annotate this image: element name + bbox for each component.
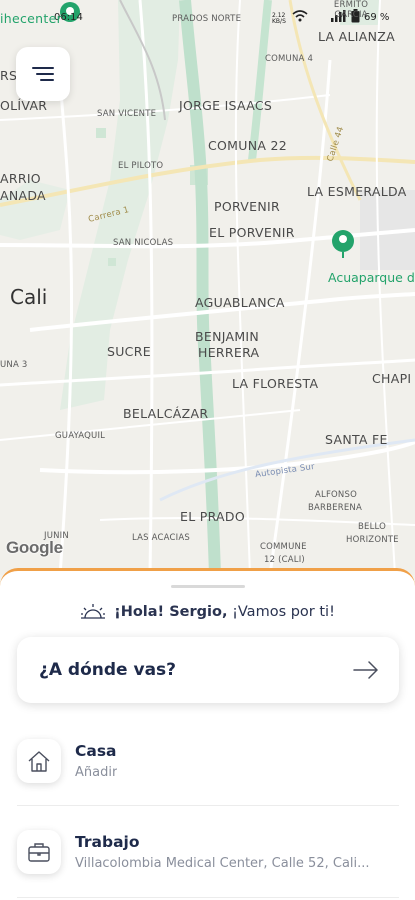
map-label: CHAPI — [372, 371, 412, 386]
map-label: ANADA — [0, 188, 46, 203]
destination-search-label: ¿A dónde vas? — [39, 660, 177, 680]
divider — [17, 897, 399, 898]
saved-place-work[interactable]: Trabajo Villacolombia Medical Center, Ca… — [17, 807, 399, 897]
map-label: Acuaparque de — [328, 270, 415, 285]
map-label: HORIZONTE — [346, 535, 399, 545]
map-label: UNA 3 — [0, 360, 28, 370]
map-label: GUAYAQUIL — [55, 431, 106, 441]
map-label: HERRERA — [198, 345, 260, 360]
map-label: JORGE ISAACS — [179, 98, 273, 113]
map-label: SAN VICENTE — [97, 109, 157, 119]
saved-place-home[interactable]: Casa Añadir — [17, 716, 399, 806]
map-label: ERMITO GARCIA — [333, 0, 369, 20]
briefcase-icon — [17, 830, 61, 874]
destination-search[interactable]: ¿A dónde vas? — [17, 637, 399, 703]
map-label: LA ALIANZA — [318, 29, 395, 44]
map-label: COMUNA 4 — [265, 54, 314, 64]
map-label: BELLO — [358, 522, 387, 532]
map-label: EL PRADO — [180, 509, 245, 524]
map-label: PRADOS NORTE — [172, 14, 242, 24]
map-view[interactable]: 06:14 2.12 KB/S 69 % ihecenter PRADOS NO… — [0, 0, 415, 575]
map-label: 12 (CALI) — [264, 555, 305, 565]
map-label: BENJAMIN — [195, 329, 260, 344]
divider — [17, 805, 399, 806]
menu-icon — [32, 67, 54, 81]
map-label: SUCRE — [107, 344, 151, 359]
greeting-name: ¡Hola! Sergio, — [114, 604, 228, 620]
sunrise-icon — [81, 604, 106, 619]
map-label: PORVENIR — [214, 199, 280, 214]
map-label: BARBERENA — [308, 503, 363, 513]
map-label: ihecenter — [0, 11, 63, 26]
map-label: EL PILOTO — [118, 161, 164, 171]
map-label: COMMUNE — [260, 542, 307, 552]
map-label: RS — [0, 68, 18, 83]
saved-place-subtitle: Villacolombia Medical Center, Calle 52, … — [75, 856, 370, 871]
map-label: LA FLORESTA — [232, 376, 319, 391]
map-label: BELALCÁZAR — [123, 406, 209, 421]
saved-place-title: Trabajo — [75, 833, 140, 851]
map-label: LA ESMERALDA — [307, 184, 407, 199]
greeting: ¡Hola! Sergio, ¡Vamos por ti! — [0, 603, 415, 621]
map-label: LAS ACACIAS — [132, 533, 190, 543]
menu-button[interactable] — [16, 47, 70, 101]
wifi-icon — [292, 10, 308, 25]
map-label: OLÍVAR — [0, 98, 48, 113]
map-label: ALFONSO — [315, 490, 357, 500]
network-speed: 2.12 KB/S — [272, 12, 286, 25]
bottom-sheet: ¡Hola! Sergio, ¡Vamos por ti! ¿A dónde v… — [0, 568, 415, 900]
google-logo: Google — [6, 538, 63, 557]
greeting-tail: ¡Vamos por ti! — [232, 604, 335, 620]
saved-place-title: Casa — [75, 742, 117, 760]
saved-place-subtitle: Añadir — [75, 765, 118, 780]
map-label: SAN NICOLAS — [113, 238, 174, 248]
sheet-drag-handle[interactable] — [171, 585, 245, 588]
map-label: Cali — [10, 285, 48, 309]
map-label: AGUABLANCA — [195, 295, 285, 310]
map-label: ARRIO — [0, 171, 41, 186]
arrow-right-icon — [353, 661, 378, 679]
home-icon — [17, 739, 61, 783]
map-label: COMUNA 22 — [208, 138, 287, 153]
map-label: SANTA FE — [325, 432, 388, 447]
map-label: EL PORVENIR — [209, 225, 295, 240]
